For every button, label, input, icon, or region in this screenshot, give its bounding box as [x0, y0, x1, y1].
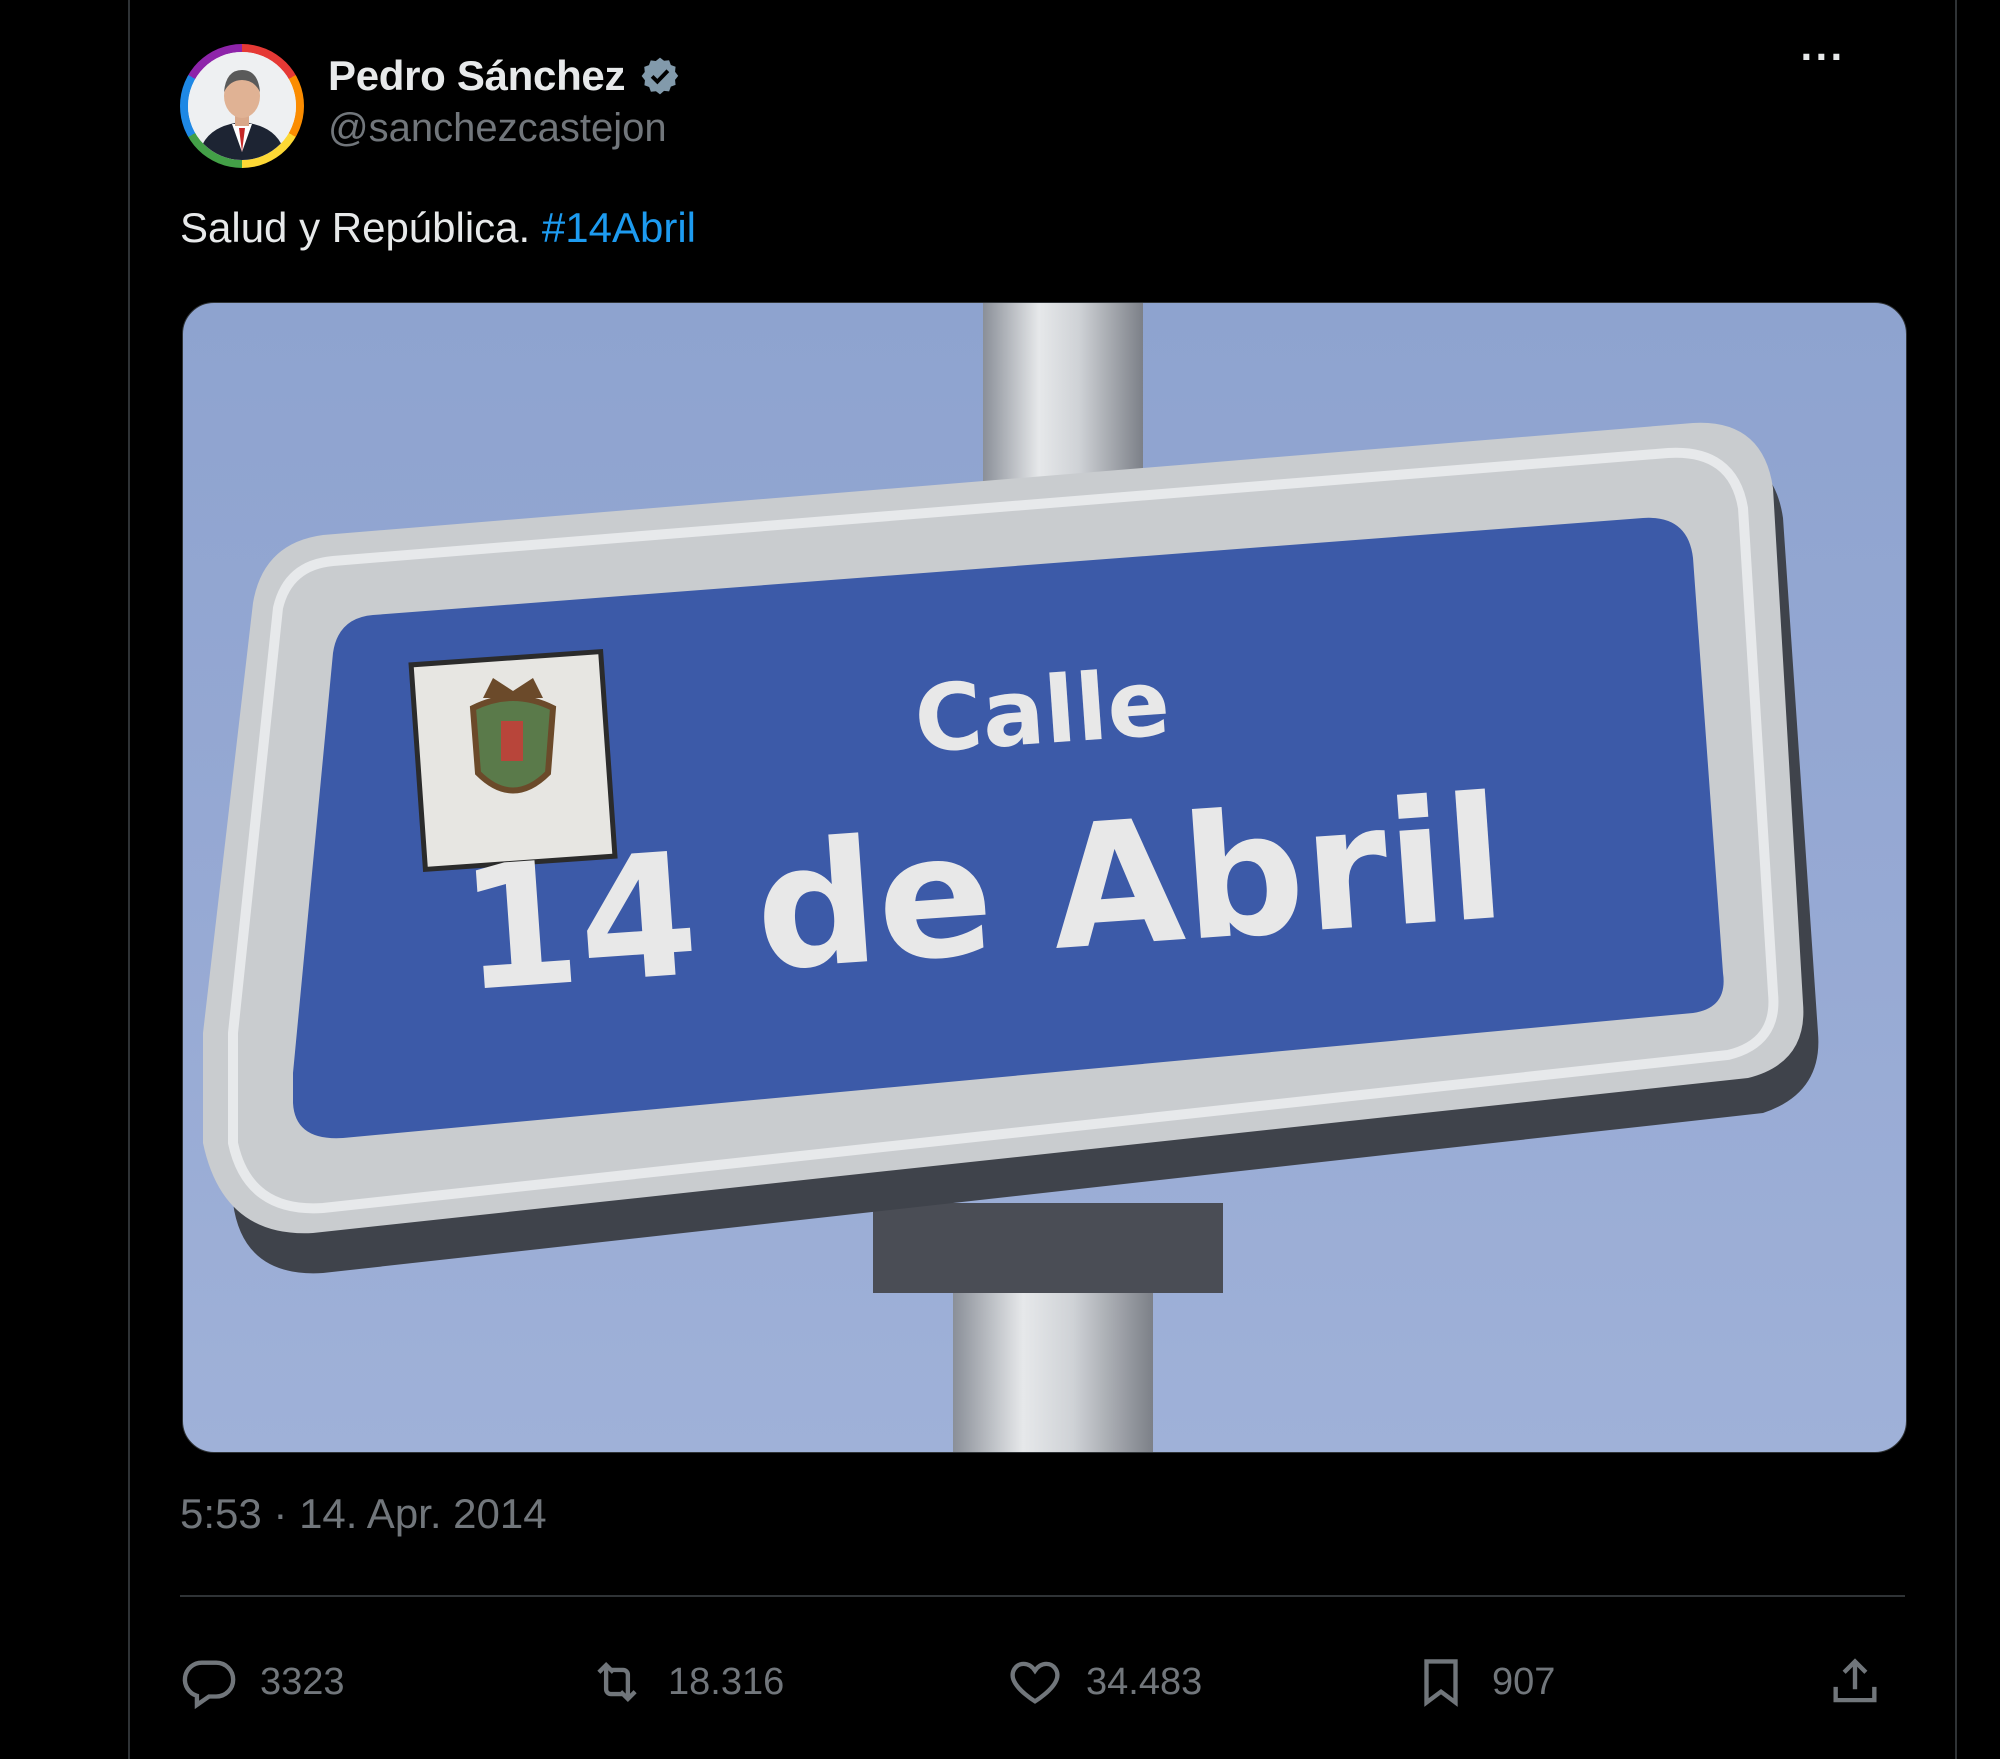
tweet: Pedro Sánchez @sanchezcastejon ··· Salud… — [180, 36, 1907, 1759]
reply-button[interactable]: 3323 — [180, 1652, 345, 1712]
repost-button[interactable]: 18.316 — [588, 1652, 784, 1712]
verified-badge-icon — [639, 55, 681, 97]
reply-icon — [182, 1660, 236, 1710]
repost-count: 18.316 — [668, 1660, 785, 1703]
repost-icon — [597, 1662, 637, 1702]
reply-count: 3323 — [260, 1660, 345, 1703]
column-border-left — [128, 0, 130, 1759]
divider — [180, 1595, 1905, 1597]
sign-line-1: Calle — [911, 649, 1173, 774]
author-name[interactable]: Pedro Sánchez — [328, 52, 626, 100]
like-count: 34.483 — [1086, 1660, 1203, 1703]
bookmark-button[interactable]: 907 — [1412, 1652, 1555, 1712]
column-border-right — [1955, 0, 1957, 1759]
action-bar: 3323 18.316 34.483 907 — [180, 1652, 1905, 1712]
tweet-body: Salud y República. — [180, 204, 531, 251]
like-icon — [1010, 1661, 1060, 1704]
author-handle[interactable]: @sanchezcastejon — [328, 106, 667, 151]
avatar[interactable] — [180, 44, 304, 168]
like-button[interactable]: 34.483 — [1006, 1652, 1202, 1712]
bookmark-icon — [1424, 1659, 1458, 1707]
share-icon — [1833, 1658, 1877, 1703]
share-button[interactable] — [1826, 1652, 1906, 1712]
more-icon[interactable]: ··· — [1793, 36, 1853, 92]
author-row: Pedro Sánchez — [328, 46, 681, 106]
tweet-media-image[interactable]: Calle 14 de Abril — [182, 302, 1907, 1453]
tweet-timestamp[interactable]: 5:53 · 14. Apr. 2014 — [180, 1490, 547, 1538]
bookmark-count: 907 — [1492, 1660, 1556, 1703]
hashtag-link[interactable]: #14Abril — [542, 204, 696, 251]
tweet-text: Salud y República. #14Abril — [180, 204, 696, 252]
